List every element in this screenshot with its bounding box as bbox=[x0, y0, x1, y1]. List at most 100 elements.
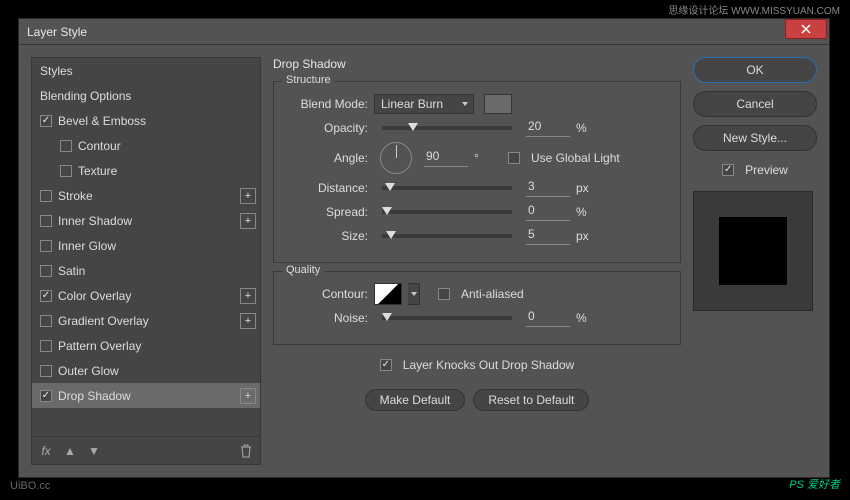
style-label: Inner Glow bbox=[58, 239, 116, 253]
add-effect-icon[interactable]: + bbox=[240, 188, 256, 204]
size-slider[interactable] bbox=[382, 234, 512, 238]
reset-default-button[interactable]: Reset to Default bbox=[473, 389, 589, 411]
style-checkbox[interactable] bbox=[40, 240, 52, 252]
distance-slider[interactable] bbox=[382, 186, 512, 190]
style-checkbox[interactable] bbox=[40, 390, 52, 402]
styles-footer: fx ▲ ▼ bbox=[32, 436, 260, 464]
quality-group: Quality Contour: Anti-aliased Noise: 0 % bbox=[273, 271, 681, 345]
style-item-satin[interactable]: Satin bbox=[32, 258, 260, 283]
angle-value[interactable]: 90 bbox=[424, 149, 468, 167]
opacity-value[interactable]: 20 bbox=[526, 119, 570, 137]
style-item-stroke[interactable]: Stroke + bbox=[32, 183, 260, 208]
noise-value[interactable]: 0 bbox=[526, 309, 570, 327]
style-item-pattern-overlay[interactable]: Pattern Overlay bbox=[32, 333, 260, 358]
knockout-checkbox[interactable] bbox=[380, 359, 392, 371]
style-checkbox[interactable] bbox=[40, 215, 52, 227]
layer-style-dialog: Layer Style Styles Blending Options Bevel … bbox=[18, 18, 830, 478]
add-effect-icon[interactable]: + bbox=[240, 388, 256, 404]
watermark-bottom: PS 爱好者 bbox=[789, 476, 840, 492]
move-down-icon[interactable]: ▼ bbox=[86, 443, 102, 459]
style-checkbox[interactable] bbox=[60, 140, 72, 152]
style-label: Bevel & Emboss bbox=[58, 114, 146, 128]
preview-swatch bbox=[719, 217, 787, 285]
make-default-button[interactable]: Make Default bbox=[365, 389, 466, 411]
knockout-label: Layer Knocks Out Drop Shadow bbox=[403, 358, 574, 372]
style-item-blending-options[interactable]: Blending Options bbox=[32, 83, 260, 108]
move-up-icon[interactable]: ▲ bbox=[62, 443, 78, 459]
add-effect-icon[interactable]: + bbox=[240, 288, 256, 304]
style-checkbox[interactable] bbox=[40, 315, 52, 327]
size-label: Size: bbox=[288, 229, 368, 243]
style-label: Styles bbox=[40, 64, 73, 78]
style-item-inner-shadow[interactable]: Inner Shadow+ bbox=[32, 208, 260, 233]
contour-label: Contour: bbox=[288, 287, 368, 301]
distance-value[interactable]: 3 bbox=[526, 179, 570, 197]
spread-value[interactable]: 0 bbox=[526, 203, 570, 221]
size-value[interactable]: 5 bbox=[526, 227, 570, 245]
settings-panel: Drop Shadow Structure Blend Mode: Linear… bbox=[273, 57, 681, 465]
fx-icon[interactable]: fx bbox=[38, 443, 54, 459]
new-style-button[interactable]: New Style... bbox=[693, 125, 817, 151]
opacity-slider[interactable] bbox=[382, 126, 512, 130]
angle-dial[interactable] bbox=[380, 142, 412, 174]
style-item-contour[interactable]: Contour bbox=[32, 133, 260, 158]
noise-label: Noise: bbox=[288, 311, 368, 325]
style-label: Texture bbox=[78, 164, 117, 178]
watermark-top: 思缘设计论坛 WWW.MISSYUAN.COM bbox=[668, 2, 840, 17]
style-checkbox[interactable] bbox=[60, 165, 72, 177]
right-buttons: OK Cancel New Style... Preview bbox=[693, 57, 817, 465]
titlebar[interactable]: Layer Style bbox=[19, 19, 829, 45]
style-checkbox[interactable] bbox=[40, 190, 52, 202]
preview-label: Preview bbox=[745, 163, 788, 177]
style-checkbox[interactable] bbox=[40, 115, 52, 127]
trash-icon[interactable] bbox=[238, 443, 254, 459]
panel-title: Drop Shadow bbox=[273, 57, 681, 71]
spread-label: Spread: bbox=[288, 205, 368, 219]
style-label: Blending Options bbox=[40, 89, 131, 103]
cancel-button[interactable]: Cancel bbox=[693, 91, 817, 117]
style-item-gradient-overlay[interactable]: Gradient Overlay + bbox=[32, 308, 260, 333]
style-label: Satin bbox=[58, 264, 85, 278]
spread-slider[interactable] bbox=[382, 210, 512, 214]
style-item-inner-glow[interactable]: Inner Glow bbox=[32, 233, 260, 258]
style-label: Gradient Overlay bbox=[58, 314, 149, 328]
global-light-checkbox[interactable] bbox=[508, 152, 520, 164]
style-item-bevel-emboss[interactable]: Bevel & Emboss bbox=[32, 108, 260, 133]
blend-mode-label: Blend Mode: bbox=[288, 97, 368, 111]
close-button[interactable] bbox=[785, 19, 827, 39]
add-effect-icon[interactable]: + bbox=[240, 213, 256, 229]
styles-list: Styles Blending Options Bevel & Emboss Cont… bbox=[31, 57, 261, 465]
angle-unit: ° bbox=[474, 151, 494, 165]
dialog-title: Layer Style bbox=[27, 25, 87, 39]
contour-dropdown[interactable] bbox=[408, 283, 420, 305]
style-item-texture[interactable]: Texture bbox=[32, 158, 260, 183]
noise-slider[interactable] bbox=[382, 316, 512, 320]
structure-group: Structure Blend Mode: Linear Burn Opacit… bbox=[273, 81, 681, 263]
contour-picker[interactable] bbox=[374, 283, 402, 305]
style-item-outer-glow[interactable]: Outer Glow bbox=[32, 358, 260, 383]
style-checkbox[interactable] bbox=[40, 365, 52, 377]
color-swatch[interactable] bbox=[484, 94, 512, 114]
style-checkbox[interactable] bbox=[40, 290, 52, 302]
close-icon bbox=[801, 24, 811, 34]
antialiased-checkbox[interactable] bbox=[438, 288, 450, 300]
style-item-styles[interactable]: Styles bbox=[32, 58, 260, 83]
preview-checkbox[interactable] bbox=[722, 164, 734, 176]
style-label: Outer Glow bbox=[58, 364, 119, 378]
style-label: Drop Shadow bbox=[58, 389, 131, 403]
style-item-color-overlay[interactable]: Color Overlay+ bbox=[32, 283, 260, 308]
style-checkbox[interactable] bbox=[40, 340, 52, 352]
distance-unit: px bbox=[576, 181, 596, 195]
style-item-drop-shadow[interactable]: Drop Shadow + bbox=[32, 383, 260, 408]
structure-label: Structure bbox=[282, 74, 335, 86]
blend-mode-dropdown[interactable]: Linear Burn bbox=[374, 94, 474, 114]
quality-label: Quality bbox=[282, 264, 324, 276]
preview-thumbnail bbox=[693, 191, 813, 311]
style-checkbox[interactable] bbox=[40, 265, 52, 277]
style-label: Pattern Overlay bbox=[58, 339, 141, 353]
ok-button[interactable]: OK bbox=[693, 57, 817, 83]
style-label: Stroke bbox=[58, 189, 93, 203]
opacity-unit: % bbox=[576, 121, 596, 135]
add-effect-icon[interactable]: + bbox=[240, 313, 256, 329]
watermark-left: UiBO.cc bbox=[10, 480, 50, 492]
